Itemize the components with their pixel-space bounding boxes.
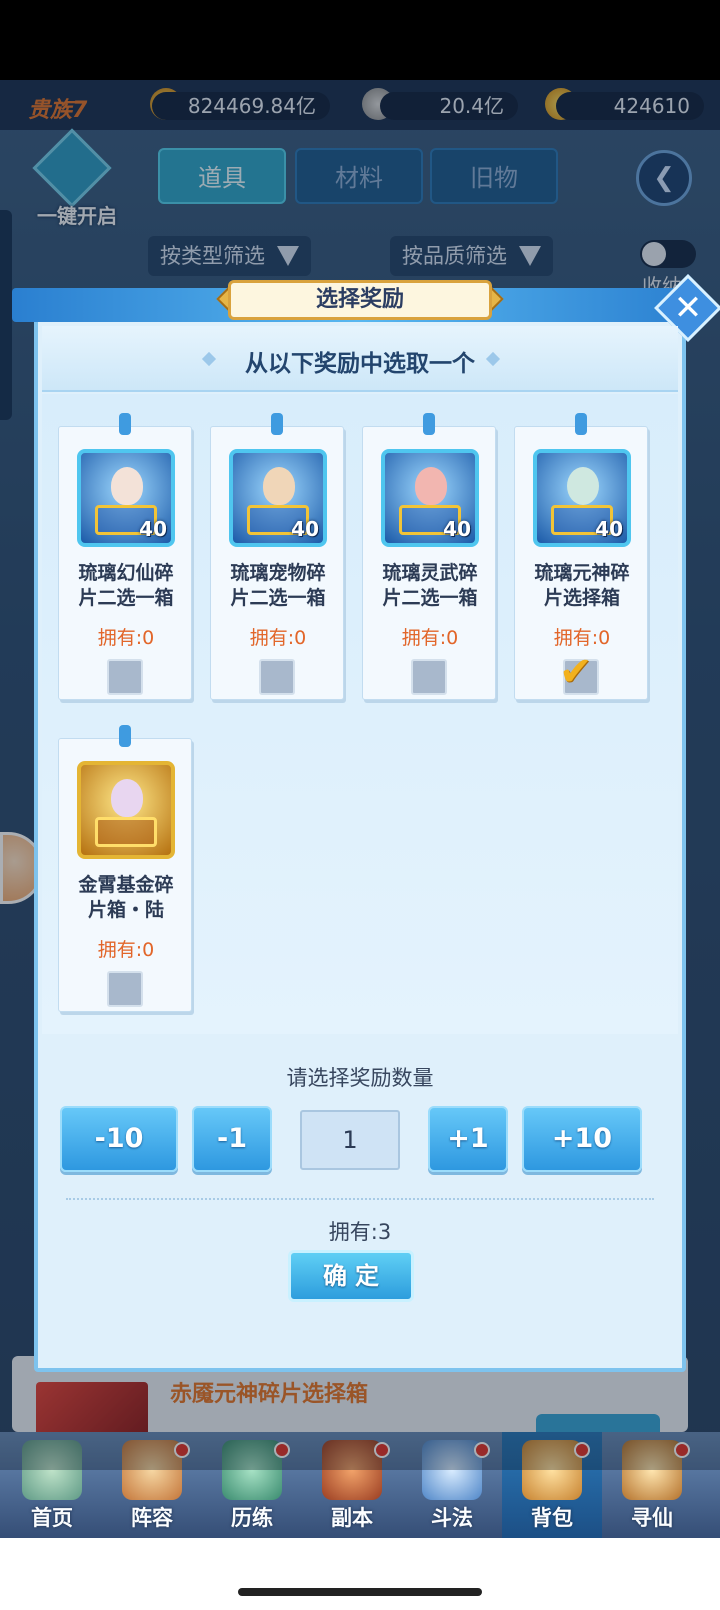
nav-label: 阵容 [131,1506,173,1530]
reward-name: 琉璃宠物碎 片二选一箱 [215,561,341,611]
reward-chest-icon [77,761,175,859]
character-portrait [415,467,447,505]
reward-count: 40 [139,517,167,541]
reward-name-line: 琉璃元神碎 [534,562,630,584]
minus-1-button[interactable]: -1 [192,1106,272,1172]
reward-count: 40 [595,517,623,541]
character-portrait [567,467,599,505]
reward-name: 琉璃幻仙碎 片二选一箱 [63,561,189,611]
pin-icon [119,725,131,747]
reward-card-pet[interactable]: 40 琉璃宠物碎 片二选一箱 拥有:0 [210,413,344,700]
reward-checkbox[interactable] [107,971,143,1007]
reward-name-line: 琉璃灵武碎 [382,562,478,584]
reward-name-line: 片二选一箱 [78,587,174,609]
reward-name: 琉璃元神碎 片选择箱 [519,561,645,611]
pin-icon [575,413,587,435]
nav-label: 斗法 [431,1506,473,1530]
reward-checkbox[interactable] [107,659,143,695]
character-portrait [111,467,143,505]
pin-icon [119,413,131,435]
reward-card-primordial-spirit[interactable]: 40 琉璃元神碎 片选择箱 拥有:0 ✔ [514,413,648,700]
reward-chest-icon: 40 [533,449,631,547]
reward-count: 40 [291,517,319,541]
nav-label: 背包 [531,1506,573,1530]
reward-card-spirit-weapon[interactable]: 40 琉璃灵武碎 片二选一箱 拥有:0 [362,413,496,700]
status-bar [0,0,720,80]
divider [66,1198,654,1200]
reward-chest-icon: 40 [77,449,175,547]
reward-name: 金霄基金碎 片箱・陆 [63,873,189,923]
nav-label: 历练 [231,1506,273,1530]
reward-card-illusion-immortal[interactable]: 40 琉璃幻仙碎 片二选一箱 拥有:0 [58,413,192,700]
reward-chest-icon: 40 [229,449,327,547]
confirm-button[interactable]: 确定 [288,1250,414,1302]
plus-1-button[interactable]: +1 [428,1106,508,1172]
reward-name-line: 片二选一箱 [382,587,478,609]
minus-10-button[interactable]: -10 [60,1106,178,1172]
reward-owned: 拥有:0 [401,627,459,649]
reward-name-line: 片选择箱 [543,587,620,609]
reward-owned: 拥有:0 [97,939,155,961]
dialog-prompt: 从以下奖励中选取一个 [245,351,475,377]
home-indicator[interactable] [238,1588,482,1596]
reward-name-line: 片二选一箱 [230,587,326,609]
reward-count: 40 [443,517,471,541]
character-portrait [111,779,143,817]
owned-total: 拥有:3 [328,1220,392,1244]
dialog-title: 选择奖励 [228,280,492,320]
quantity-label: 请选择奖励数量 [286,1066,434,1090]
reward-chest-icon: 40 [381,449,479,547]
reward-name-line: 金霄基金碎 [78,874,174,896]
reward-name-line: 片箱・陆 [87,899,164,921]
reward-checkbox[interactable] [259,659,295,695]
reward-name-line: 琉璃幻仙碎 [78,562,174,584]
pin-icon [423,413,435,435]
close-icon[interactable]: ✕ [664,284,712,332]
character-portrait [263,467,295,505]
checkmark-icon: ✔ [559,649,593,695]
chest-icon [95,817,157,847]
reward-name: 琉璃灵武碎 片二选一箱 [367,561,493,611]
reward-owned: 拥有:0 [553,627,611,649]
reward-owned: 拥有:0 [249,627,307,649]
nav-label: 副本 [331,1506,373,1530]
nav-label: 首页 [31,1506,73,1530]
reward-checkbox[interactable] [411,659,447,695]
quantity-input[interactable]: 1 [300,1110,400,1170]
reward-owned: 拥有:0 [97,627,155,649]
plus-10-button[interactable]: +10 [522,1106,642,1172]
reward-name-line: 琉璃宠物碎 [230,562,326,584]
nav-label: 寻仙 [631,1506,673,1530]
reward-card-golden-fund[interactable]: 金霄基金碎 片箱・陆 拥有:0 [58,725,192,1012]
pin-icon [271,413,283,435]
system-nav-area [0,1538,720,1610]
